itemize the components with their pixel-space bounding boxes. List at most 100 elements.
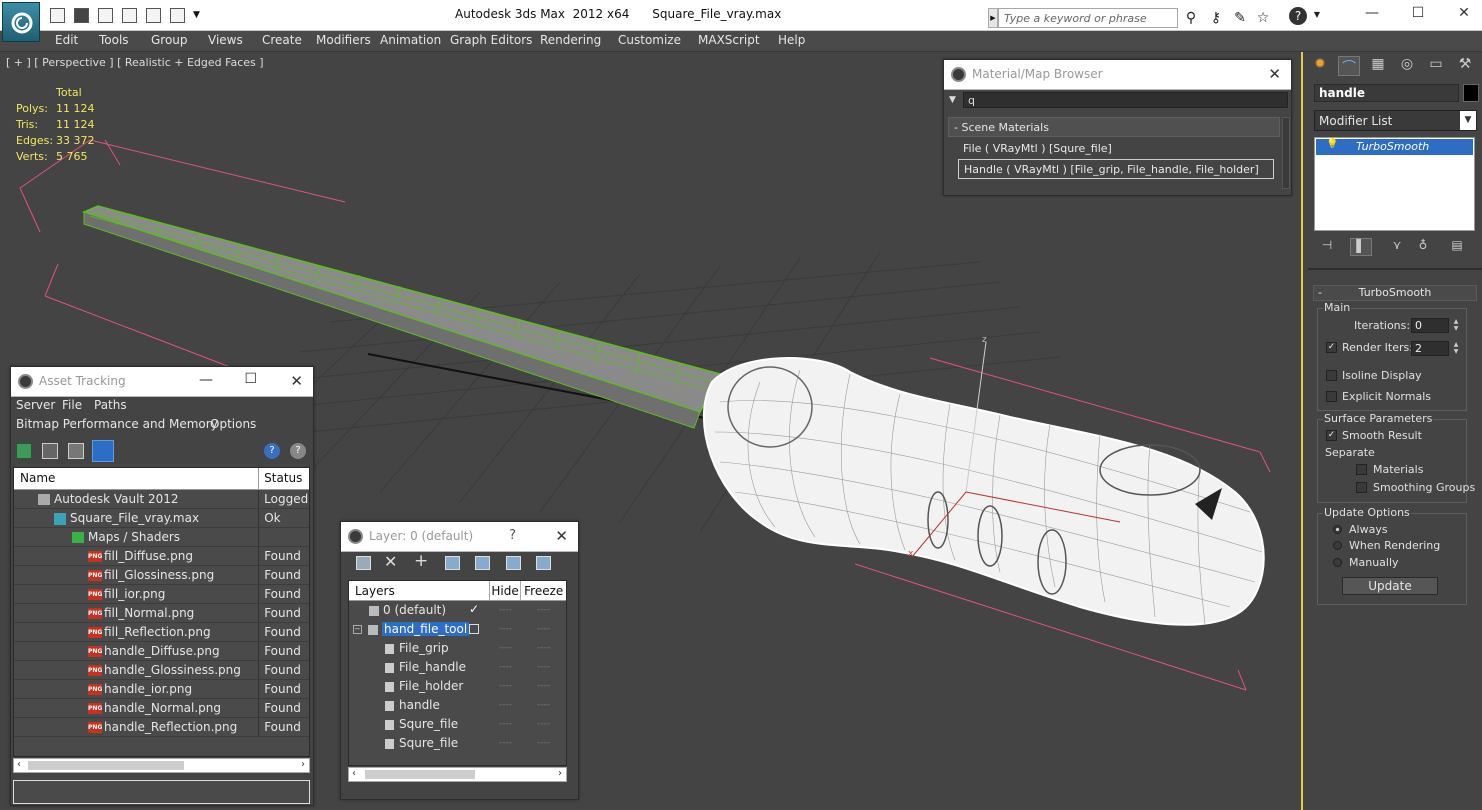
- freeze-toggle[interactable]: ----: [521, 620, 566, 639]
- layer-horizontal-scrollbar[interactable]: ‹ ›: [348, 767, 567, 782]
- modifier-list-dropdown[interactable]: Modifier List ▼: [1314, 110, 1477, 131]
- hide-toggle[interactable]: ----: [490, 677, 522, 696]
- material-row[interactable]: Handle ( VRayMtl ) [File_grip, File_hand…: [958, 159, 1274, 179]
- object-color-swatch[interactable]: [1463, 84, 1479, 102]
- render-iters-spinner-field[interactable]: 2: [1411, 341, 1449, 356]
- scroll-right-icon[interactable]: ›: [558, 768, 562, 779]
- refresh-icon[interactable]: [16, 443, 32, 459]
- show-end-result-icon[interactable]: ▌: [1350, 238, 1372, 256]
- material-search-input[interactable]: q: [963, 92, 1288, 108]
- turbosmooth-rollout-header[interactable]: - TurboSmooth: [1313, 285, 1477, 301]
- iterations-spinner-arrows[interactable]: ▲ ▼: [1452, 318, 1460, 333]
- scroll-left-icon[interactable]: ‹: [17, 759, 21, 770]
- create-tab-icon[interactable]: ✹: [1309, 56, 1331, 76]
- menu-edit[interactable]: Edit: [55, 33, 78, 47]
- close-icon[interactable]: ✕: [1268, 65, 1281, 83]
- asset-menu-server[interactable]: Server: [16, 398, 55, 412]
- help-dropdown-icon[interactable]: ▼: [1307, 10, 1327, 19]
- configure-sets-icon[interactable]: ▤: [1446, 238, 1468, 256]
- table-row[interactable]: PNG handle_ior.png Found: [14, 680, 309, 699]
- stack-item-turbosmooth[interactable]: 💡 TurboSmooth: [1316, 139, 1473, 155]
- layer-object-row[interactable]: Squre_file ---- ----: [349, 715, 566, 734]
- help-icon[interactable]: ?: [264, 443, 280, 459]
- collapse-icon[interactable]: −: [353, 625, 362, 634]
- display-tab-icon[interactable]: ▭: [1425, 56, 1447, 76]
- context-help-icon[interactable]: ?: [290, 443, 306, 459]
- menu-maxscript[interactable]: MAXScript: [698, 33, 760, 47]
- hide-toggle[interactable]: ----: [490, 658, 522, 677]
- material-browser-scrollbar[interactable]: [1282, 117, 1290, 189]
- menu-group[interactable]: Group: [151, 33, 188, 47]
- help-icon[interactable]: ?: [1289, 7, 1307, 25]
- freeze-toggle[interactable]: ----: [522, 696, 567, 715]
- object-name-field[interactable]: handle: [1314, 84, 1459, 102]
- freeze-toggle[interactable]: ----: [522, 658, 567, 677]
- table-row[interactable]: Maps / Shaders: [14, 528, 309, 547]
- material-browser-titlebar[interactable]: Material/Map Browser ✕: [944, 60, 1291, 90]
- table-row[interactable]: PNG handle_Glossiness.png Found: [14, 661, 309, 680]
- hide-all-icon[interactable]: [506, 556, 521, 570]
- freeze-toggle[interactable]: ----: [522, 715, 567, 734]
- active-layer-check-icon[interactable]: ✓: [469, 602, 479, 616]
- menu-modifiers[interactable]: Modifiers: [316, 33, 371, 47]
- hide-toggle[interactable]: ----: [490, 620, 522, 639]
- menu-graph-editors[interactable]: Graph Editors: [450, 33, 532, 47]
- add-to-layer-icon[interactable]: +: [414, 551, 428, 571]
- table-row[interactable]: PNG fill_ior.png Found: [14, 585, 309, 604]
- scroll-left-icon[interactable]: ‹: [352, 768, 356, 779]
- layer-object-row[interactable]: File_handle ---- ----: [349, 658, 566, 677]
- favorites-icon[interactable]: ☆: [1253, 10, 1273, 26]
- update-always-radio[interactable]: [1333, 525, 1342, 534]
- close-icon[interactable]: ✕: [290, 372, 303, 390]
- make-unique-icon[interactable]: ⋎: [1386, 238, 1408, 256]
- communication-center-icon[interactable]: ✎: [1230, 10, 1250, 26]
- asset-menu-file[interactable]: File: [62, 398, 82, 412]
- open-file-icon[interactable]: [50, 8, 65, 23]
- menu-customize[interactable]: Customize: [618, 33, 681, 47]
- project-icon[interactable]: [170, 8, 185, 23]
- layer-object-row[interactable]: handle ---- ----: [349, 696, 566, 715]
- minimize-button[interactable]: —: [199, 372, 213, 388]
- menu-views[interactable]: Views: [208, 33, 243, 47]
- modify-tab-icon[interactable]: ⌒: [1338, 56, 1360, 76]
- tree-view-icon[interactable]: [68, 443, 84, 459]
- isoline-display-checkbox[interactable]: [1326, 370, 1337, 381]
- maximize-button[interactable]: ☐: [244, 371, 257, 387]
- menu-tools[interactable]: Tools: [99, 33, 129, 47]
- table-row[interactable]: Square_File_vray.max Ok: [14, 509, 309, 528]
- table-row[interactable]: PNG fill_Normal.png Found: [14, 604, 309, 623]
- create-layer-icon[interactable]: [356, 556, 371, 570]
- asset-tracking-titlebar[interactable]: Asset Tracking — ☐ ✕: [11, 367, 313, 397]
- list-view-icon[interactable]: [42, 443, 58, 459]
- layer-window-titlebar[interactable]: Layer: 0 (default) ? ✕: [341, 522, 578, 552]
- utilities-tab-icon[interactable]: ⚒: [1454, 56, 1476, 76]
- column-name[interactable]: Name: [14, 468, 260, 489]
- viewport-label[interactable]: [ + ] [ Perspective ] [ Realistic + Edge…: [6, 56, 264, 69]
- make-current-box[interactable]: [469, 624, 479, 634]
- quick-access-dropdown-icon[interactable]: ▼: [193, 10, 200, 20]
- remove-modifier-icon[interactable]: ♁: [1412, 238, 1434, 256]
- asset-menu-bitmap-performance[interactable]: Bitmap Performance and Memory: [16, 417, 218, 431]
- asset-menu-options[interactable]: Options: [210, 417, 256, 431]
- separate-smoothing-groups-checkbox[interactable]: [1356, 482, 1367, 493]
- freeze-toggle[interactable]: ----: [522, 677, 567, 696]
- hide-toggle[interactable]: ----: [490, 639, 522, 658]
- freeze-toggle[interactable]: ----: [522, 734, 567, 753]
- select-objects-icon[interactable]: [445, 556, 460, 570]
- asset-menu-paths[interactable]: Paths: [94, 398, 127, 412]
- layer-object-row[interactable]: File_holder ---- ----: [349, 677, 566, 696]
- separate-materials-checkbox[interactable]: [1356, 464, 1367, 475]
- highlight-layer-icon[interactable]: [475, 556, 490, 570]
- update-button[interactable]: Update: [1342, 577, 1438, 595]
- pin-stack-icon[interactable]: ⊣: [1316, 238, 1338, 256]
- table-row[interactable]: PNG fill_Diffuse.png Found: [14, 547, 309, 566]
- binoculars-icon[interactable]: ⚲: [1181, 10, 1201, 26]
- menu-rendering[interactable]: Rendering: [540, 33, 601, 47]
- update-when-rendering-radio[interactable]: [1333, 541, 1342, 550]
- smooth-result-checkbox[interactable]: ✓: [1326, 430, 1337, 441]
- browser-options-icon[interactable]: ▼: [949, 95, 956, 105]
- minimize-button[interactable]: —: [1357, 5, 1387, 21]
- material-row[interactable]: File ( VRayMtl ) [Squre_file]: [958, 139, 1274, 159]
- menu-animation[interactable]: Animation: [380, 33, 441, 47]
- hierarchy-tab-icon[interactable]: ▦: [1367, 56, 1389, 76]
